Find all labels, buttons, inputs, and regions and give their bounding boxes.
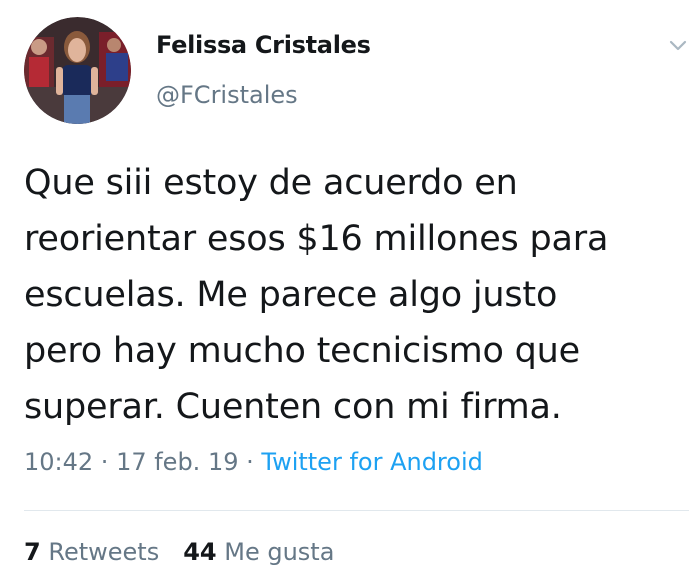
retweets-count: 7 [24, 538, 41, 566]
likes-count: 44 [183, 538, 217, 566]
avatar-photo [24, 17, 131, 124]
tweet-text-line: superar. Cuenten con mi firma. [24, 387, 562, 427]
retweets-stat[interactable]: 7 Retweets [24, 538, 159, 566]
author-name[interactable]: Felissa Cristales [156, 31, 371, 59]
chevron-down-icon[interactable] [668, 36, 688, 56]
tweet-detail: Felissa Cristales @FCristales Que siii e… [0, 0, 689, 579]
tweet-text: Que siii estoy de acuerdo en reorientar … [24, 155, 684, 435]
tweet-source-link[interactable]: Twitter for Android [261, 448, 482, 476]
likes-label: Me gusta [224, 538, 335, 566]
retweets-label: Retweets [48, 538, 160, 566]
meta-separator: · [93, 448, 117, 476]
divider [24, 510, 689, 511]
meta-separator: · [238, 448, 262, 476]
tweet-text-line: reorientar esos $16 millones para [24, 219, 609, 259]
likes-stat[interactable]: 44 Me gusta [183, 538, 334, 566]
tweet-text-line: pero hay mucho tecnicismo que [24, 331, 580, 371]
tweet-metadata: 10:42 · 17 feb. 19 · Twitter for Android [24, 448, 483, 476]
tweet-text-line: escuelas. Me parece algo justo [24, 275, 558, 315]
tweet-stats: 7 Retweets 44 Me gusta [24, 538, 334, 566]
avatar[interactable] [24, 17, 131, 124]
tweet-time: 10:42 [24, 448, 94, 476]
tweet-text-line: Que siii estoy de acuerdo en [24, 163, 518, 203]
author-handle[interactable]: @FCristales [156, 81, 298, 109]
tweet-date: 17 feb. 19 [116, 448, 239, 476]
